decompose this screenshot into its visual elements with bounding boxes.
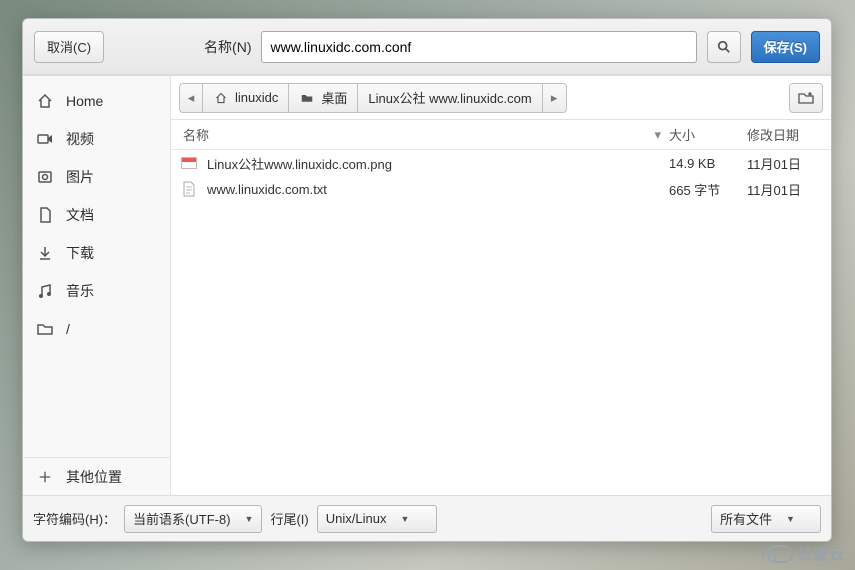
sort-desc-icon: ▾ bbox=[654, 127, 661, 143]
file-list: Linux公社www.linuxidc.com.png 14.9 KB 11月0… bbox=[171, 150, 831, 495]
path-segment-user[interactable]: linuxidc bbox=[203, 83, 289, 113]
search-button[interactable] bbox=[707, 31, 741, 63]
main-area: Home 视频 图片 文档 下载 音乐 / 其他位置 ◂ linuxidc 桌面… bbox=[23, 75, 831, 495]
plus-icon bbox=[37, 469, 53, 485]
chevron-down-icon: ▼ bbox=[245, 514, 254, 524]
image-file-icon bbox=[181, 155, 197, 171]
download-icon bbox=[37, 245, 53, 261]
watermark: 亿速云 bbox=[767, 543, 845, 564]
sidebar-item-label: 视频 bbox=[66, 129, 94, 149]
path-segment-desktop[interactable]: 桌面 bbox=[289, 83, 358, 113]
bottom-bar: 字符编码(H)： 当前语系(UTF-8)▼ 行尾(I) Unix/Linux▼ … bbox=[23, 495, 831, 541]
sidebar-item-label: 图片 bbox=[66, 167, 94, 187]
home-icon bbox=[37, 93, 53, 109]
sidebar-item-video[interactable]: 视频 bbox=[23, 120, 170, 158]
column-name[interactable]: 名称▾ bbox=[175, 125, 669, 144]
sidebar-item-root[interactable]: / bbox=[23, 310, 170, 348]
file-row[interactable]: Linux公社www.linuxidc.com.png 14.9 KB 11月0… bbox=[171, 150, 831, 176]
sidebar-item-label: 其他位置 bbox=[66, 467, 122, 487]
search-icon bbox=[717, 39, 731, 55]
music-icon bbox=[37, 283, 53, 299]
document-icon bbox=[37, 207, 53, 223]
line-ending-label: 行尾(I) bbox=[270, 509, 308, 528]
folder-icon bbox=[37, 321, 53, 337]
column-modified[interactable]: 修改日期 bbox=[747, 125, 827, 144]
new-folder-button[interactable] bbox=[789, 83, 823, 113]
pathbar: ◂ linuxidc 桌面 Linux公社 www.linuxidc.com ▸ bbox=[171, 76, 831, 120]
file-filter-combo[interactable]: 所有文件▼ bbox=[711, 505, 821, 533]
path-forward-button[interactable]: ▸ bbox=[543, 83, 567, 113]
encoding-combo[interactable]: 当前语系(UTF-8)▼ bbox=[124, 505, 262, 533]
sidebar-item-download[interactable]: 下载 bbox=[23, 234, 170, 272]
folder-icon bbox=[299, 90, 315, 106]
chevron-down-icon: ▼ bbox=[786, 514, 795, 524]
line-ending-combo[interactable]: Unix/Linux▼ bbox=[317, 505, 437, 533]
column-size[interactable]: 大小 bbox=[669, 125, 747, 144]
sidebar-item-label: 下载 bbox=[66, 243, 94, 263]
sidebar-item-label: / bbox=[66, 321, 70, 337]
filename-input[interactable] bbox=[261, 31, 696, 63]
file-area: ◂ linuxidc 桌面 Linux公社 www.linuxidc.com ▸… bbox=[171, 76, 831, 495]
path-back-button[interactable]: ◂ bbox=[179, 83, 203, 113]
sidebar-item-document[interactable]: 文档 bbox=[23, 196, 170, 234]
path-segment-current[interactable]: Linux公社 www.linuxidc.com bbox=[358, 83, 542, 113]
video-icon bbox=[37, 131, 53, 147]
sidebar-item-other[interactable]: 其他位置 bbox=[23, 457, 170, 495]
chevron-down-icon: ▼ bbox=[400, 514, 409, 524]
home-icon bbox=[213, 90, 229, 106]
text-file-icon bbox=[181, 181, 197, 197]
file-row[interactable]: www.linuxidc.com.txt 665 字节 11月01日 bbox=[171, 176, 831, 202]
sidebar-item-label: 文档 bbox=[66, 205, 94, 225]
encoding-label: 字符编码(H)： bbox=[33, 509, 116, 528]
sidebar-item-home[interactable]: Home bbox=[23, 82, 170, 120]
new-folder-icon bbox=[798, 90, 814, 106]
cancel-button[interactable]: 取消(C) bbox=[34, 31, 104, 63]
sidebar: Home 视频 图片 文档 下载 音乐 / 其他位置 bbox=[23, 76, 171, 495]
cloud-icon bbox=[767, 545, 793, 563]
image-icon bbox=[37, 169, 53, 185]
sidebar-item-music[interactable]: 音乐 bbox=[23, 272, 170, 310]
sidebar-item-label: 音乐 bbox=[66, 281, 94, 301]
save-dialog: 取消(C) 名称(N) 保存(S) Home 视频 图片 文档 下载 音乐 / … bbox=[22, 18, 832, 542]
sidebar-item-image[interactable]: 图片 bbox=[23, 158, 170, 196]
filename-label: 名称(N) bbox=[204, 37, 251, 57]
column-headers: 名称▾ 大小 修改日期 bbox=[171, 120, 831, 150]
sidebar-item-label: Home bbox=[66, 93, 103, 109]
save-button[interactable]: 保存(S) bbox=[751, 31, 820, 63]
topbar: 取消(C) 名称(N) 保存(S) bbox=[23, 19, 831, 75]
